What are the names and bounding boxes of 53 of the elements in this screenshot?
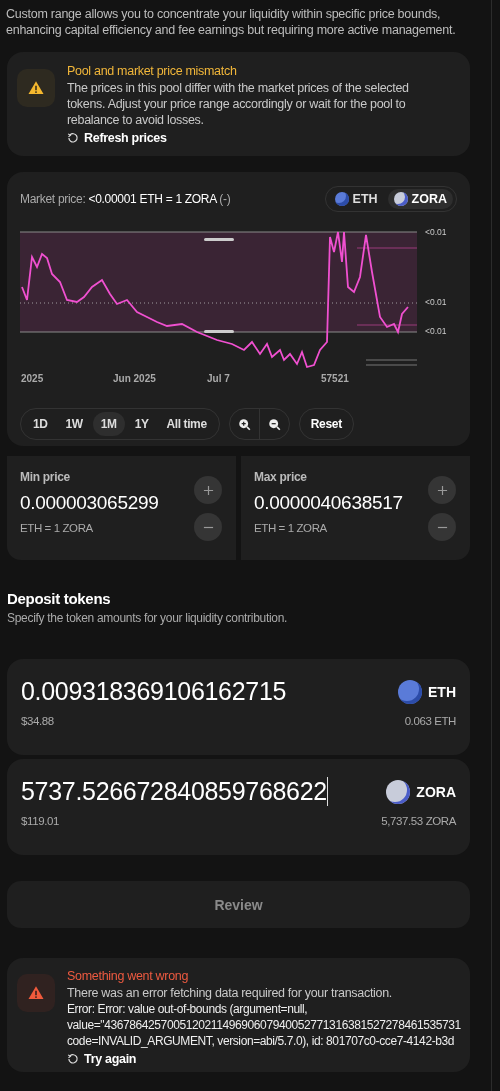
- error-text: There was an error fetching data required for your transaction.: [67, 985, 393, 1001]
- intro-text: Custom range allows you to concentrate your liquidity within specific price bounds, enhancing capital efficiency and fee earnings but requiring more active management.: [6, 6, 457, 38]
- refresh-prices-button[interactable]: Refresh prices: [67, 131, 167, 145]
- usd-value: $119.01: [21, 815, 59, 827]
- section-subtitle: Specify the token amounts for your liquidity contribution.: [7, 611, 289, 625]
- token-balance: 0.063 ETH: [404, 715, 456, 727]
- price-label: Min price: [20, 470, 70, 484]
- amount-field[interactable]: 5737.526672840859768622: [21, 777, 328, 806]
- price-unit: ETH = 1 ZORA: [20, 522, 93, 534]
- error-detail: Error: Error: value out-of-bounds (argument=null,: [67, 1001, 308, 1017]
- price-unit: ETH = 1 ZORA: [254, 522, 327, 534]
- error-detail: value="436786425700512021149690607940052771316381527278461535731: [67, 1017, 461, 1033]
- range-tab[interactable]: 1M: [92, 412, 125, 436]
- price-label: Max price: [254, 470, 307, 484]
- axis-label: <0.01: [425, 227, 447, 237]
- token-balance: 5,737.53 ZORA: [381, 815, 456, 827]
- plus-icon: [436, 484, 448, 496]
- error-icon: [17, 974, 55, 1012]
- section-title: Deposit tokens: [7, 590, 112, 607]
- amount-field[interactable]: 0.009318369106162715: [21, 677, 362, 706]
- error-title: Something went wrong: [67, 968, 189, 985]
- range-tab[interactable]: 1Y: [126, 412, 157, 436]
- warning-text: The prices in this pool differ with the market prices of the selected tokens. Adjust your price range accordingly or wait for the pool to rebalance to avoid losses.: [67, 80, 410, 128]
- token-icon: [398, 679, 422, 704]
- token-tab[interactable]: ETH: [328, 189, 384, 209]
- error-detail: code=INVALID_ARGUMENT, version=abi/5.7.0), id: 801707c0-cce7-4142-b3d: [67, 1033, 455, 1049]
- range-tab[interactable]: 1W: [57, 412, 91, 436]
- axis-label: 2025: [21, 373, 44, 384]
- axis-label: 57521: [321, 373, 349, 384]
- market-price-text: Market price: <0.00001 ETH = 1 ZORA (-): [20, 192, 231, 206]
- range-tab[interactable]: All time: [158, 412, 215, 436]
- axis-label: <0.01: [425, 297, 447, 307]
- refresh-icon: [67, 1053, 79, 1065]
- axis-label: <0.01: [425, 326, 447, 336]
- refresh-icon: [67, 132, 79, 144]
- token-icon: [386, 779, 411, 804]
- increase-button[interactable]: [194, 476, 222, 504]
- axis-label: Jun 2025: [113, 373, 156, 384]
- increase-button[interactable]: [428, 476, 456, 504]
- token-symbol: ZORA: [416, 783, 456, 800]
- warning-title: Pool and market price mismatch: [67, 63, 237, 80]
- warning-icon: [17, 69, 55, 107]
- price-value[interactable]: 0.000003065299: [20, 492, 223, 514]
- token-symbol: ETH: [428, 683, 456, 700]
- axis-label: Jul 7: [207, 373, 230, 384]
- token-tab[interactable]: ZORA: [387, 189, 453, 209]
- plus-icon: [202, 484, 214, 496]
- usd-value: $34.88: [21, 715, 54, 727]
- range-tab[interactable]: 1D: [25, 412, 56, 436]
- try-again-button[interactable]: Try again: [67, 1052, 137, 1066]
- zoom-in-icon: [237, 417, 251, 431]
- zoom-out-icon: [267, 417, 281, 431]
- price-value[interactable]: 0.0000040638517: [254, 492, 457, 514]
